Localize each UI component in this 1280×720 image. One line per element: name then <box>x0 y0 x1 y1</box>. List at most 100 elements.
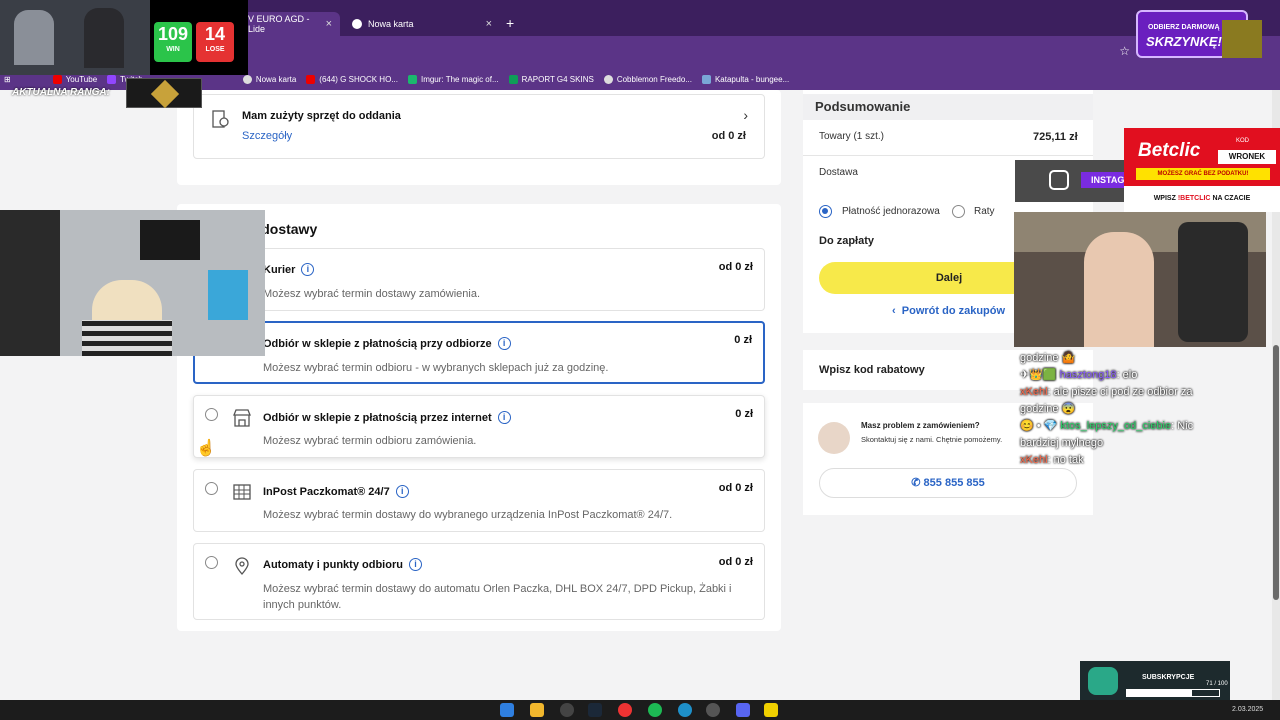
info-icon[interactable]: i <box>408 558 422 571</box>
option-price: 0 zł <box>734 334 752 346</box>
option-desc: Możesz wybrać termin dostawy do wybraneg… <box>263 509 673 521</box>
option-title: Odbiór w sklepie z płatnością przy odbio… <box>263 337 492 350</box>
bookmark-youtube[interactable]: YouTube <box>52 74 97 84</box>
win-badge: 109 WIN <box>154 22 192 62</box>
help-subtitle: Skontaktuj się z nami. Chętnie pomożemy. <box>861 435 1003 444</box>
tab-euro-agd[interactable]: V EURO AGD - Lide × <box>240 12 340 36</box>
chat-overlay: godzine 🤷 ✈👑🟩 hasztong18: elo xKehl: ale… <box>1020 350 1220 469</box>
tab-label: V EURO AGD - Lide <box>248 14 310 34</box>
new-tab-icon[interactable]: + <box>506 15 514 31</box>
tab-nowa-karta[interactable]: Nowa karta × <box>344 12 500 36</box>
bookmark-cobblemon[interactable]: Cobblemon Freedo... <box>603 74 692 84</box>
tab-favicon-icon <box>352 19 362 29</box>
steam-icon[interactable] <box>588 703 602 717</box>
bookmark-katapulta[interactable]: Katapulta - bungee... <box>701 74 789 84</box>
windows-taskbar: 2.03.2025 <box>0 700 1280 720</box>
apps-icon[interactable]: ⊞ <box>4 75 11 84</box>
delivery-option-store-online[interactable]: Odbiór w sklepie z płatnością przez inte… <box>193 395 765 458</box>
app-icon[interactable] <box>706 703 720 717</box>
option-price: od 0 zł <box>718 556 753 568</box>
mouse-cursor-icon: ☝ <box>196 440 216 457</box>
summary-heading: Podsumowanie <box>815 99 911 114</box>
parcel-locker-icon <box>233 484 251 500</box>
support-avatar <box>818 422 850 454</box>
file-explorer-icon[interactable] <box>530 703 544 717</box>
instagram-banner: INSTAG <box>1015 160 1124 202</box>
bookmark-star-icon[interactable]: ☆ <box>1119 44 1130 58</box>
webcam-left <box>0 210 265 356</box>
taskbar-date: 2.03.2025 <box>1232 706 1264 713</box>
rank-badge-icon <box>126 78 202 109</box>
recycle-title: Mam zużyty sprzęt do oddania <box>242 110 401 122</box>
option-title: InPost Paczkomat® 24/7 <box>263 485 390 498</box>
option-desc: Możesz wybrać termin odbioru zamówienia. <box>263 435 477 447</box>
chevron-right-icon[interactable]: › <box>743 107 748 123</box>
option-price: od 0 zł <box>718 482 753 494</box>
bookmark-imgur[interactable]: Imgur: The magic of... <box>407 74 499 84</box>
info-icon[interactable]: i <box>301 263 315 276</box>
delivery-option-kurier[interactable]: Kurier i Możesz wybrać termin dostawy zam… <box>193 248 765 311</box>
location-pin-icon <box>235 557 249 575</box>
radio-button[interactable] <box>205 408 218 421</box>
goods-value: 725,11 zł <box>1033 131 1078 143</box>
page-scrollbar-thumb[interactable] <box>1273 345 1279 600</box>
goods-label: Towary (1 szt.) <box>819 131 885 142</box>
to-pay-label: Do zapłaty <box>819 235 875 247</box>
bookmark-gshock[interactable]: (644) G SHOCK HO... <box>306 74 398 84</box>
option-price: od 0 zł <box>718 261 753 273</box>
chat-message: 😊 • 💎 ktos_lepszy_od_ciebie: Nic bardzie… <box>1020 420 1194 449</box>
installments-label: Raty <box>974 206 995 217</box>
chat-message: xKehl: ale pisze ci pod ze odbior za god… <box>1020 386 1193 415</box>
close-tab-icon[interactable]: × <box>486 18 492 30</box>
store-icon <box>233 409 251 427</box>
chat-message: xKehl: no tak <box>1020 454 1084 466</box>
bookmark-raport[interactable]: RAPORT G4 SKINS <box>508 74 594 84</box>
radio-button[interactable] <box>205 556 218 569</box>
delivery-option-pickup-points[interactable]: Automaty i punkty odbioru i Możesz wybrać… <box>193 543 765 620</box>
radio-button[interactable] <box>205 482 218 495</box>
bookmark-nowa-karta[interactable]: Nowa karta <box>242 74 296 84</box>
app-icon[interactable] <box>560 703 574 717</box>
phone-button[interactable]: ✆ 855 855 855 <box>819 468 1077 498</box>
chrome-icon[interactable] <box>618 703 632 717</box>
edge-icon[interactable] <box>678 703 692 717</box>
recycle-device-icon <box>212 110 229 128</box>
spotify-icon[interactable] <box>648 703 662 717</box>
betclic-banner: Betclic WRONEK KOD MOŻESZ GRAĆ BEZ PODAT… <box>1124 128 1280 212</box>
delivery-option-paczkomat[interactable]: InPost Paczkomat® 24/7 i Możesz wybrać te… <box>193 469 765 532</box>
discord-icon[interactable] <box>736 703 750 717</box>
help-title: Masz problem z zamówieniem? <box>861 421 980 430</box>
webcam-top-left <box>0 0 150 75</box>
chest-icon <box>1222 20 1262 58</box>
shipping-label: Dostawa <box>819 167 858 178</box>
radio-installments[interactable] <box>952 205 965 218</box>
info-icon[interactable]: i <box>497 337 511 350</box>
divider <box>803 155 1093 156</box>
lose-badge: 14 LOSE <box>196 22 234 62</box>
recycle-details-link[interactable]: Szczegóły <box>242 130 292 142</box>
chevron-left-icon: ‹ <box>892 305 902 317</box>
option-desc: Możesz wybrać termin odbioru - w wybrany… <box>263 362 609 374</box>
info-icon[interactable]: i <box>497 411 511 424</box>
option-title: Odbiór w sklepie z płatnością przez inte… <box>263 411 492 424</box>
recycle-option[interactable]: Mam zużyty sprzęt do oddania Szczegóły o… <box>193 94 765 159</box>
app-icon[interactable] <box>764 703 778 717</box>
pay-once-label: Płatność jednorazowa <box>842 206 940 217</box>
recycle-price: od 0 zł <box>711 130 746 142</box>
chat-message: godzine 🤷 <box>1020 352 1076 364</box>
close-tab-icon[interactable]: × <box>326 18 332 30</box>
tab-label: Nowa karta <box>368 19 414 29</box>
delivery-option-store-cod[interactable]: Odbiór w sklepie z płatnością przy odbio… <box>193 321 765 384</box>
mascot-icon <box>1088 667 1118 695</box>
score-panel: 109 WIN 14 LOSE <box>150 0 248 75</box>
info-icon[interactable]: i <box>395 485 409 498</box>
option-desc: Możesz wybrać termin dostawy do automatu… <box>263 583 732 611</box>
option-desc: Możesz wybrać termin dostawy zamówienia. <box>263 288 481 300</box>
subs-progress-fill <box>1127 690 1193 696</box>
option-title: Automaty i punkty odbioru <box>263 558 403 571</box>
start-icon[interactable] <box>500 703 514 717</box>
option-title: Kurier <box>263 263 296 276</box>
webcam-right <box>1014 212 1266 347</box>
back-to-shop-link[interactable]: ‹ Powrót do zakupów <box>892 305 1005 317</box>
radio-pay-once[interactable] <box>819 205 832 218</box>
